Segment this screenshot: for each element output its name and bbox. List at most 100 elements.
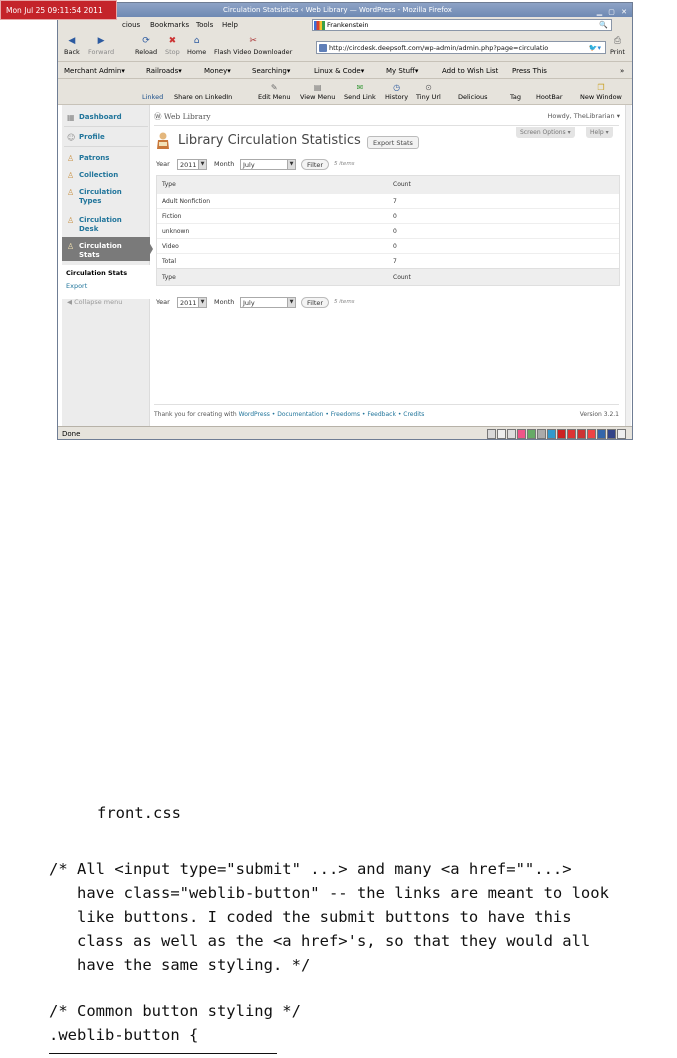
addon-status-icon[interactable] [527,429,536,439]
addon-status-icon[interactable] [597,429,606,439]
site-favicon [319,44,327,52]
menu-history[interactable]: cious [122,17,140,34]
edit-icon: ✎ [270,83,278,92]
share-on-linkedin-button[interactable]: Share on LinkedIn [174,92,232,102]
help-button[interactable]: Help ▾ [586,127,613,138]
footer-thanks: Thank you for creating with [154,411,239,418]
delicious-button[interactable]: Delicious [458,92,487,102]
source-filename: front.css [97,804,181,822]
bookmark-press-this[interactable]: Press This [512,63,547,79]
addon-status-icon[interactable] [557,429,566,439]
sidebar-item-patrons[interactable]: ♙ Patrons [62,154,150,163]
google-icon [314,21,325,30]
url-bar[interactable]: http://circdesk.deepsoft.com/wp-admin/ad… [316,41,606,54]
panel-clock: Mon Jul 25 09:11:54 2011 [0,0,117,20]
vertical-scrollbar[interactable] [625,105,631,426]
twitter-bird-icon[interactable]: 🐦▾ [589,42,601,53]
bookmark-my-stuff[interactable]: My Stuff▾ [386,63,418,79]
footer-links[interactable]: • Documentation • Freedoms • Feedback • … [272,411,425,418]
new-window-button[interactable]: ❐ New Window [580,83,622,102]
menu-help[interactable]: Help [222,17,238,34]
sidebar-item-collection[interactable]: ♙ Collection [62,171,150,180]
year-select[interactable]: 2011 ▼ [177,297,207,308]
send-link-button[interactable]: ✉ Send Link [344,83,376,102]
status-addon-icons [487,429,626,439]
addon-toolbar: Linked Share on LinkedIn ✎ Edit Menu ▤ Vie… [58,80,632,105]
bookmark-money[interactable]: Money▾ [204,63,231,79]
addon-status-icon[interactable] [617,429,626,439]
sidebar-item-dashboard[interactable]: ▦ Dashboard [62,113,150,122]
wordpress-link[interactable]: WordPress [239,411,270,418]
addon-status-icon[interactable] [607,429,616,439]
addon-status-icon[interactable] [507,429,516,439]
tag-button[interactable]: Tag [510,92,521,102]
sidebar-item-circulation-stats[interactable]: ♙ Circulation Stats [62,237,150,261]
sidebar-item-circulation-desk[interactable]: ♙ Circulation Desk [62,216,134,234]
chevron-down-icon: ▼ [287,160,295,169]
site-name[interactable]: Ⓦ Web Library [154,111,211,122]
history-button[interactable]: ◷ History [385,83,408,102]
sidebar-separator [64,126,148,127]
addon-status-icon[interactable] [587,429,596,439]
table-row-total: Total 7 [157,253,619,268]
addon-status-icon[interactable] [497,429,506,439]
edit-menu-button[interactable]: ✎ Edit Menu [258,83,291,102]
stop-button[interactable]: ✖ Stop [165,36,180,57]
view-menu-button[interactable]: ▤ View Menu [300,83,335,102]
submenu-item-export[interactable]: Export [66,282,87,290]
bookmarks-overflow-chevron[interactable]: » [620,63,624,79]
addon-status-icon[interactable] [487,429,496,439]
librarian-icon [157,132,169,149]
sidebar-item-profile[interactable]: ☺ Profile [62,133,150,142]
hootbar-button[interactable]: HootBar [536,92,563,102]
home-button[interactable]: ⌂ Home [187,36,206,57]
addon-status-icon[interactable] [547,429,556,439]
forward-button[interactable]: ▶ Forward [88,36,114,57]
export-stats-button[interactable]: Export Stats [367,136,419,149]
search-input[interactable]: Frankenstein 🔍 [312,19,612,31]
search-icon[interactable]: 🔍 [599,20,608,31]
addon-status-icon[interactable] [567,429,576,439]
status-text: Done [62,430,81,438]
tiny-url-button[interactable]: ⊙ Tiny Url [416,83,441,102]
bookmark-merchant-admin[interactable]: Merchant Admin▾ [64,63,125,79]
chevron-down-icon: ▼ [287,298,295,307]
year-select[interactable]: 2011 ▼ [177,159,207,170]
filter-button[interactable]: Filter [301,159,330,170]
bookmark-railroads[interactable]: Railroads▾ [146,63,182,79]
view-icon: ▤ [313,83,322,92]
month-select[interactable]: July ▼ [240,297,296,308]
flash-video-downloader-button[interactable]: ✂ Flash Video Downloader [214,36,292,57]
addon-status-icon[interactable] [517,429,526,439]
send-link-icon: ✉ [356,83,364,92]
collection-icon: ♙ [67,171,75,180]
status-bar: Done [58,426,632,439]
back-button[interactable]: ◀ Back [64,36,80,57]
menu-tools[interactable]: Tools [196,17,213,34]
howdy-user-menu[interactable]: Howdy, TheLibrarian ▾ [548,112,621,120]
downloader-icon: ✂ [249,36,257,46]
window-title: Circulation Statsistics ‹ Web Library — … [223,6,452,14]
submenu-item-circulation-stats[interactable]: Circulation Stats [66,269,127,277]
collapse-menu-button[interactable]: ◀ Collapse menu [67,298,122,306]
back-arrow-icon: ◀ [68,36,76,46]
new-window-icon: ❐ [597,83,605,92]
addon-status-icon[interactable] [537,429,546,439]
month-select[interactable]: July ▼ [240,159,296,170]
bookmark-linux-code[interactable]: Linux & Code▾ [314,63,364,79]
print-button[interactable]: ⎙ Print [610,36,625,57]
reload-icon: ⟳ [142,36,150,46]
filter-button[interactable]: Filter [301,297,330,308]
dashboard-icon: ▦ [67,113,75,122]
reload-button[interactable]: ⟳ Reload [135,36,157,57]
item-count: 5 items [334,299,355,305]
sidebar-item-circulation-types[interactable]: ♙ Circulation Types [62,188,134,206]
bookmark-searching[interactable]: Searching▾ [252,63,290,79]
menu-bookmarks[interactable]: Bookmarks [150,17,189,34]
circulation-desk-icon: ♙ [67,216,75,225]
addon-status-icon[interactable] [577,429,586,439]
code-comment-line: like buttons. I coded the submit buttons… [49,908,572,926]
screen-options-button[interactable]: Screen Options ▾ [516,127,575,138]
bookmark-add-to-wish-list[interactable]: Add to Wish List [442,63,498,79]
linkedin-button[interactable]: Linked [142,92,163,102]
